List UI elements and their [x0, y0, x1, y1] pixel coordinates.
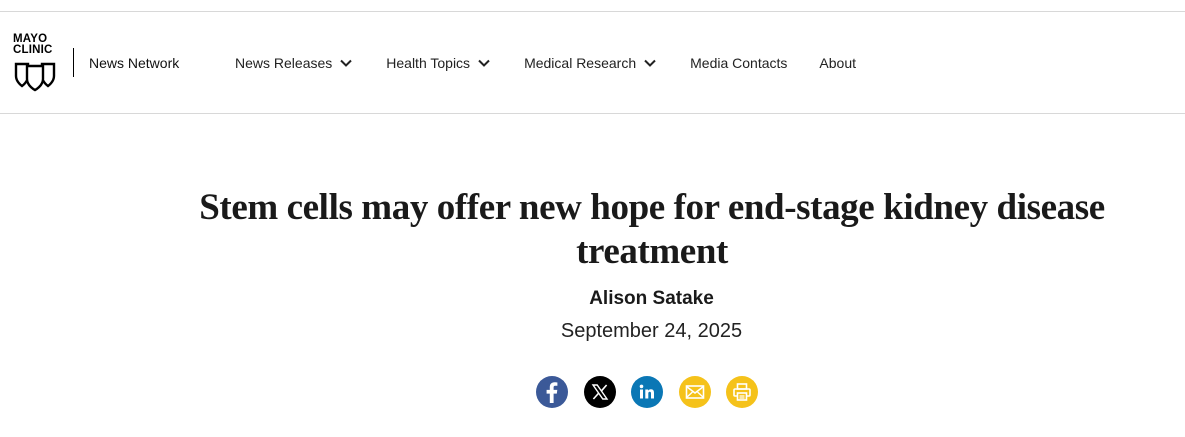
- share-x-button[interactable]: [583, 376, 616, 408]
- email-icon: [685, 385, 704, 399]
- logo-divider: [73, 48, 74, 77]
- network-name[interactable]: News Network: [89, 55, 179, 71]
- mayo-clinic-logo[interactable]: MAYO CLINIC: [13, 33, 59, 94]
- nav-about[interactable]: About: [819, 55, 856, 71]
- chevron-down-icon: [478, 59, 490, 67]
- article-title: Stem cells may offer new hope for end-st…: [199, 187, 1105, 272]
- logo-line-2: CLINIC: [13, 44, 53, 56]
- nav-media-contacts[interactable]: Media Contacts: [690, 55, 787, 71]
- nav-label: Media Contacts: [690, 55, 788, 71]
- nav-label: Medical Research: [524, 55, 637, 71]
- article-author[interactable]: Alison Satake: [0, 288, 1185, 310]
- nav-label: About: [819, 55, 856, 71]
- share-email-button[interactable]: [678, 376, 711, 408]
- share-facebook-button[interactable]: [536, 376, 568, 408]
- share-print-button[interactable]: [726, 376, 758, 408]
- nav-news-releases[interactable]: News Releases: [235, 55, 352, 71]
- nav-label: Health Topics: [386, 55, 471, 71]
- linkedin-icon: [639, 384, 654, 399]
- nav-label: News Releases: [235, 55, 333, 71]
- share-linkedin-button[interactable]: [631, 376, 663, 408]
- chevron-down-icon: [644, 59, 656, 67]
- nav-medical-research[interactable]: Medical Research: [524, 55, 656, 71]
- article-date: September 24, 2025: [560, 320, 743, 342]
- site-header: MAYO CLINIC News Network News Releases H…: [0, 12, 1185, 114]
- main-nav: News Releases Health Topics Medical Rese…: [235, 55, 888, 71]
- x-icon: [591, 384, 608, 400]
- print-icon: [733, 383, 751, 401]
- chevron-down-icon: [340, 59, 352, 67]
- facebook-icon: [546, 382, 558, 403]
- share-bar: [536, 376, 774, 408]
- nav-health-topics[interactable]: Health Topics: [386, 55, 490, 71]
- shields-icon: [14, 62, 56, 92]
